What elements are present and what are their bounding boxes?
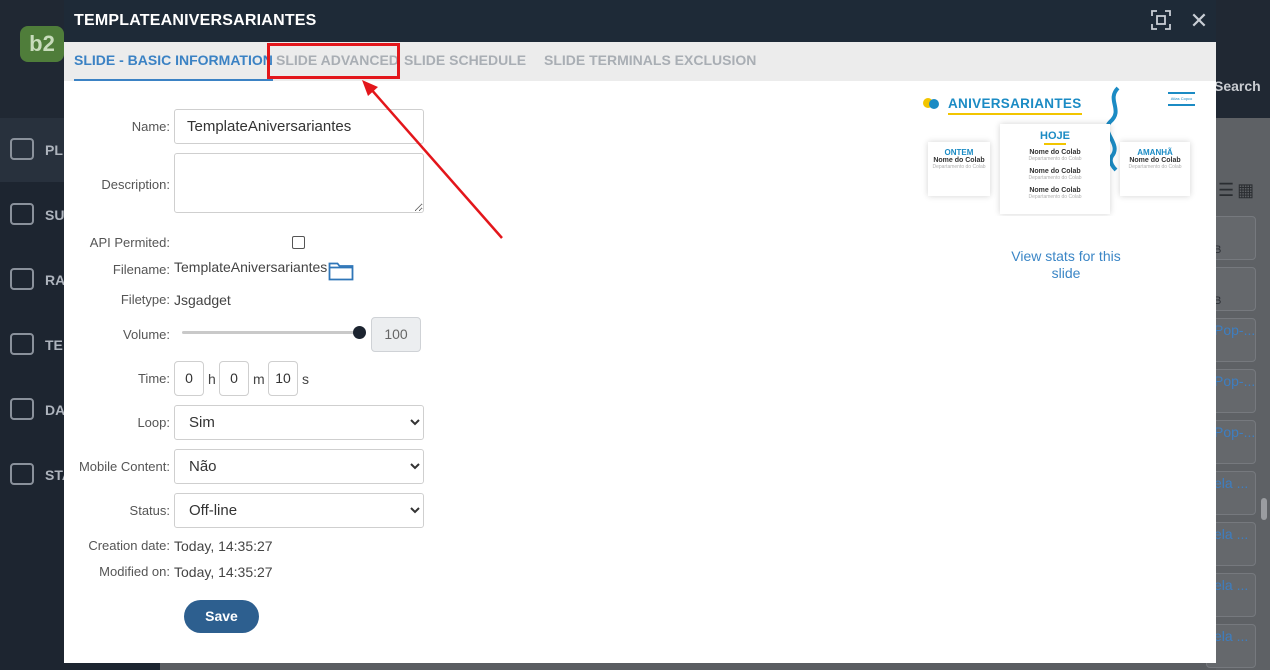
- preview-title-underline: [948, 113, 1082, 115]
- save-button[interactable]: Save: [184, 600, 259, 633]
- api-permited-checkbox[interactable]: [292, 236, 305, 249]
- volume-label: Volume:: [123, 327, 170, 342]
- modal-title: TEMPLATEANIVERSARIANTES: [74, 12, 317, 29]
- mobile-content-select[interactable]: Não: [174, 449, 424, 484]
- modified-on-label: Modified on:: [99, 564, 170, 579]
- play-icon: [10, 138, 34, 160]
- filename-value: TemplateAniversariantes: [174, 259, 328, 275]
- time-hours-input[interactable]: 0: [174, 361, 204, 396]
- volume-value: 100: [371, 317, 421, 352]
- mobile-content-label: Mobile Content:: [78, 459, 170, 474]
- view-stats-link[interactable]: View stats for this slide: [996, 248, 1136, 282]
- balloon-icon: [923, 98, 939, 109]
- expand-icon[interactable]: [1150, 10, 1172, 32]
- loop-label: Loop:: [137, 415, 170, 430]
- list-item-text: ela ...: [1214, 475, 1249, 491]
- list-item-text: ela ...: [1214, 526, 1249, 542]
- time-minutes-unit: m: [253, 371, 265, 387]
- volume-slider-handle[interactable]: [353, 326, 366, 339]
- app-logo: b2: [20, 26, 64, 62]
- filename-label: Filename:: [112, 262, 170, 277]
- list-item-text: Pop-...: [1214, 322, 1256, 338]
- time-label: Time:: [137, 371, 170, 386]
- status-select[interactable]: Off-line: [174, 493, 424, 528]
- modal-header: TEMPLATEANIVERSARIANTES ✕: [64, 0, 1216, 42]
- description-textarea[interactable]: [174, 153, 424, 213]
- status-label: Status:: [129, 503, 170, 518]
- tab-bar: SLIDE - BASIC INFORMATION SLIDE ADVANCED…: [64, 42, 1216, 81]
- filetype-value: Jsgadget: [174, 292, 231, 308]
- view-toggle-icon[interactable]: ☰▦: [1218, 180, 1257, 201]
- list-item-text: ela ...: [1214, 577, 1249, 593]
- preview-title: ANIVERSARIANTES: [948, 96, 1082, 111]
- tab-basic-information[interactable]: SLIDE - BASIC INFORMATION: [74, 42, 273, 81]
- list-item-text: ela ...: [1214, 628, 1249, 644]
- filetype-label: Filetype:: [120, 292, 170, 307]
- loop-select[interactable]: Sim: [174, 405, 424, 440]
- name-label: Name:: [131, 119, 170, 134]
- slide-preview: ANIVERSARIANTES Atlas Copco ONTEM Nome d…: [916, 86, 1198, 216]
- tablet-icon: [10, 203, 34, 225]
- time-hours-unit: h: [208, 371, 216, 387]
- creation-date-value: Today, 14:35:27: [174, 538, 273, 554]
- tab-slide-schedule[interactable]: SLIDE SCHEDULE: [404, 42, 526, 81]
- preview-brand-logo: Atlas Copco: [1168, 92, 1195, 106]
- tab-terminals-exclusion[interactable]: SLIDE TERMINALS EXCLUSION: [544, 42, 756, 81]
- scrollbar-thumb[interactable]: [1261, 498, 1267, 520]
- preview-card-tomorrow: AMANHÃ Nome do Colab Departamento do Col…: [1120, 142, 1190, 196]
- name-input[interactable]: [174, 109, 424, 144]
- close-icon[interactable]: ✕: [1188, 10, 1210, 32]
- search-label[interactable]: Search: [1214, 78, 1261, 94]
- preview-card-yesterday: ONTEM Nome do Colab Departamento do Cola…: [928, 142, 990, 196]
- preview-card-today: HOJE Nome do Colab Departamento do Colab…: [1000, 124, 1110, 214]
- tab-slide-advanced[interactable]: SLIDE ADVANCED: [276, 42, 399, 81]
- list-item-text: Pop-...: [1214, 373, 1256, 389]
- modified-on-value: Today, 14:35:27: [174, 564, 273, 580]
- time-minutes-input[interactable]: 0: [219, 361, 249, 396]
- volume-slider-track[interactable]: [182, 331, 360, 334]
- creation-date-label: Creation date:: [88, 538, 170, 553]
- time-seconds-input[interactable]: 10: [268, 361, 298, 396]
- api-permited-label: API Permited:: [89, 235, 170, 250]
- folder-icon[interactable]: [328, 260, 354, 281]
- description-label: Description:: [101, 177, 170, 192]
- list-item-text: Pop-...: [1214, 424, 1256, 440]
- time-seconds-unit: s: [302, 371, 309, 387]
